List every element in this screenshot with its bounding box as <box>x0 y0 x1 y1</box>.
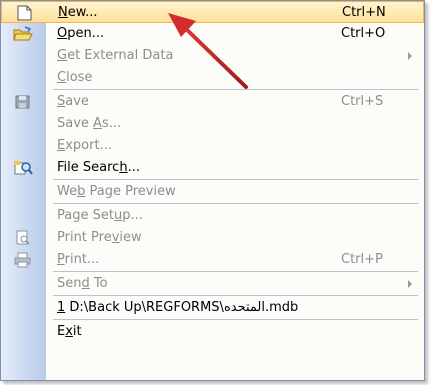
menu-item-print[interactable]: Print... Ctrl+P <box>1 249 424 271</box>
shortcut-text: Ctrl+S <box>341 94 384 109</box>
menu-item-label: 1 D:\Back Up\REGFORMS\المتحده.mdb <box>57 300 299 315</box>
menu-item-print-preview[interactable]: Print Preview <box>1 227 424 249</box>
open-folder-icon <box>13 26 33 42</box>
menu-item-label: Web Page Preview <box>57 184 176 199</box>
file-search-icon <box>13 160 33 176</box>
shortcut-text: Ctrl+P <box>341 252 383 267</box>
submenu-arrow-icon <box>408 52 412 60</box>
menu-item-page-setup[interactable]: Page Setup... <box>1 205 424 227</box>
menu-item-web-page-preview[interactable]: Web Page Preview <box>1 181 424 203</box>
menu-item-label: Save <box>57 94 89 109</box>
save-disk-icon <box>13 94 33 110</box>
menu-item-send-to[interactable]: Send To <box>1 273 424 295</box>
menu-item-export[interactable]: Export... <box>1 135 424 157</box>
menu-item-get-external-data[interactable]: Get External Data <box>1 45 424 67</box>
menu-item-label: Send To <box>57 276 108 291</box>
menu-item-label: Open... <box>57 26 105 41</box>
menu-item-close[interactable]: Close <box>1 67 424 89</box>
new-document-icon <box>14 5 34 21</box>
menu-item-file-search[interactable]: File Search... <box>1 157 424 179</box>
printer-icon <box>13 252 33 268</box>
menu-item-new[interactable]: New... Ctrl+N <box>1 1 424 23</box>
menu-item-save-as[interactable]: Save As... <box>1 113 424 135</box>
menu-item-label: Save As... <box>57 116 122 131</box>
menu-item-recent-file-1[interactable]: 1 D:\Back Up\REGFORMS\المتحده.mdb <box>1 297 424 319</box>
menu-item-label: Get External Data <box>57 48 174 63</box>
menu-item-label: Page Setup... <box>57 208 143 223</box>
menu-item-label: Print Preview <box>57 230 142 245</box>
menu-item-label: File Search... <box>57 160 140 175</box>
print-preview-icon <box>13 230 33 246</box>
menu-item-label: New... <box>58 5 98 20</box>
menu-item-save[interactable]: Save Ctrl+S <box>1 91 424 113</box>
shortcut-text: Ctrl+O <box>341 26 386 41</box>
menu-item-label: Close <box>57 70 93 85</box>
menu-item-label: Print... <box>57 252 100 267</box>
shortcut-text: Ctrl+N <box>342 5 386 20</box>
file-menu: New... Ctrl+N Open... Ctrl+O Get Externa… <box>0 0 425 381</box>
menu-item-open[interactable]: Open... Ctrl+O <box>1 23 424 45</box>
submenu-arrow-icon <box>408 280 412 288</box>
menu-item-label: Exit <box>57 324 82 339</box>
menu-item-label: Export... <box>57 138 112 153</box>
menu-item-exit[interactable]: Exit <box>1 321 424 343</box>
